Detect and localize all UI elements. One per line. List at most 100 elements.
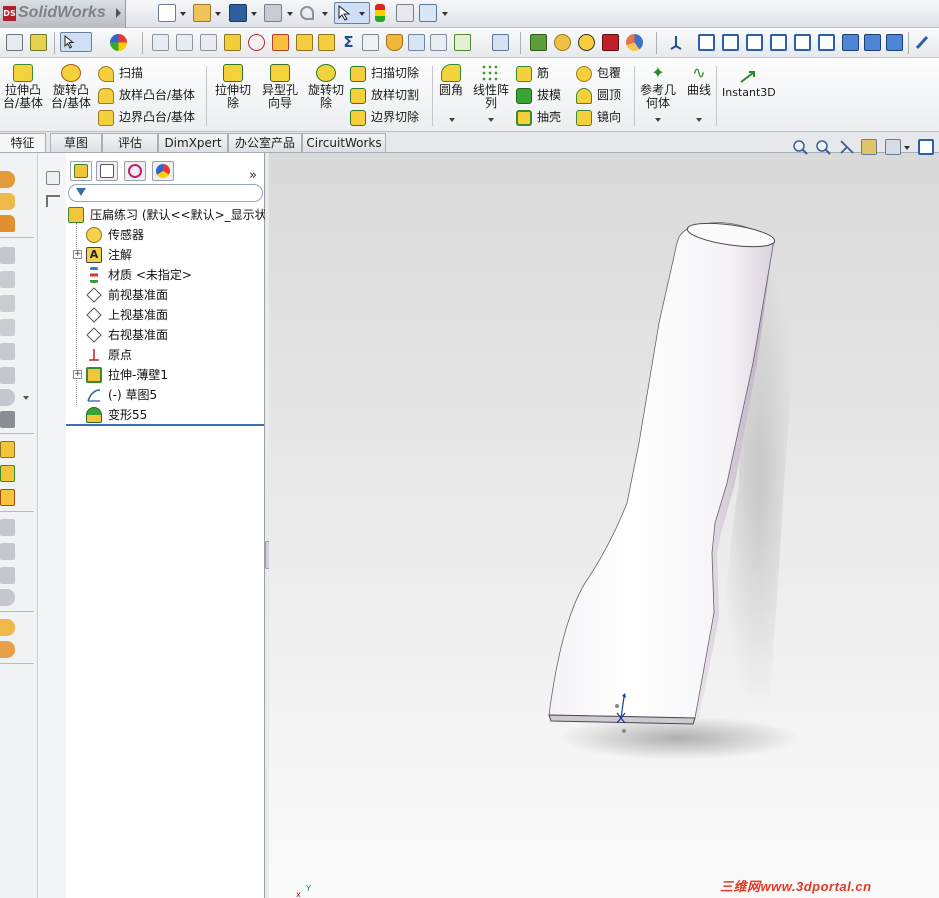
section-properties-icon[interactable] [224, 34, 241, 51]
gear-icon[interactable] [554, 34, 571, 51]
left-view-icon[interactable] [746, 34, 763, 51]
dimetric-view-icon[interactable] [886, 34, 903, 51]
isometric-view-icon[interactable] [842, 34, 859, 51]
boundary-boss-button[interactable]: 边界凸台/基体 [98, 108, 195, 128]
undo-icon[interactable] [300, 6, 314, 20]
hole-wizard-button[interactable]: 异型孔向导 [258, 64, 302, 110]
loft-boss-button[interactable]: 放样凸台/基体 [98, 86, 195, 106]
mass-properties-icon[interactable] [200, 34, 217, 51]
feature-works-icon[interactable] [530, 34, 547, 51]
expand-toggle-icon[interactable]: + [73, 370, 82, 379]
tab-sketch[interactable]: 草图 [50, 133, 102, 152]
intersection-icon[interactable] [362, 34, 379, 51]
shell-button[interactable]: 抽壳 [516, 108, 561, 128]
checkbox-icon[interactable] [318, 34, 335, 51]
mirror-button[interactable]: 镜向 [576, 108, 621, 128]
file-properties-icon[interactable] [396, 4, 414, 22]
spelling-check-icon[interactable] [152, 34, 169, 51]
view-orientation-icon[interactable] [885, 139, 901, 155]
rollback-bar[interactable] [66, 424, 264, 426]
linear-pattern-button[interactable]: 线性阵列 [470, 64, 512, 110]
step-tool-icon[interactable] [46, 195, 60, 207]
options-dropdown-icon[interactable] [442, 12, 448, 16]
boundary-cut-button[interactable]: 边界切除 [350, 108, 419, 128]
more-tabs-icon[interactable]: » [249, 168, 257, 183]
curves-dropdown-icon[interactable] [696, 118, 702, 122]
front-view-icon[interactable] [698, 34, 715, 51]
fillet-button[interactable]: 圆角 [436, 64, 466, 97]
feature-icon[interactable] [0, 171, 15, 188]
2d-drawing-icon[interactable] [6, 34, 23, 51]
print-icon[interactable] [264, 4, 282, 22]
save-icon[interactable] [229, 4, 247, 22]
select-button[interactable] [60, 32, 92, 52]
bottom-view-icon[interactable] [818, 34, 835, 51]
trimetric-view-icon[interactable] [864, 34, 881, 51]
section-view-icon[interactable] [861, 139, 877, 155]
new-dropdown-icon[interactable] [180, 12, 186, 16]
open-dropdown-icon[interactable] [215, 12, 221, 16]
fillet-dropdown-icon[interactable] [449, 118, 455, 122]
feature-icon[interactable] [0, 619, 15, 636]
feature-icon[interactable] [0, 193, 15, 210]
feature-icon[interactable] [0, 215, 15, 232]
right-view-icon[interactable] [770, 34, 787, 51]
feature-filter-input[interactable] [68, 184, 263, 202]
stopwatch-icon[interactable] [248, 34, 265, 51]
curves-button[interactable]: ∿ 曲线 [684, 64, 714, 97]
select-tool-button[interactable] [334, 2, 370, 24]
solidworks-logo[interactable]: DS SolidWorks [0, 0, 126, 28]
display-style-icon[interactable] [918, 139, 934, 155]
extrude-boss-button[interactable]: 拉伸凸台/基体 [2, 64, 44, 110]
parting-line-icon[interactable] [430, 34, 447, 51]
compare-documents-icon[interactable] [492, 34, 509, 51]
extrude-cut-button[interactable]: 拉伸切除 [212, 64, 254, 110]
normal-to-icon[interactable] [914, 34, 931, 51]
tool-icon[interactable] [0, 411, 15, 428]
loft-cut-button[interactable]: 放样切割 [350, 86, 419, 106]
revolve-boss-button[interactable]: 旋转凸台/基体 [50, 64, 92, 110]
wrap-button[interactable]: 包覆 [576, 64, 621, 84]
tab-display-manager[interactable] [152, 161, 174, 181]
tab-circuitworks[interactable]: CircuitWorks [302, 133, 386, 152]
save-dropdown-icon[interactable] [251, 12, 257, 16]
new-document-icon[interactable] [158, 4, 176, 22]
top-view-icon[interactable] [794, 34, 811, 51]
tab-office-products[interactable]: 办公室产品 [228, 133, 302, 152]
tab-configuration[interactable] [124, 161, 146, 181]
draft-button[interactable]: 拔模 [516, 86, 561, 106]
render-icon[interactable] [626, 34, 643, 51]
3d-part-icon[interactable] [30, 34, 47, 51]
draft-analysis-icon[interactable] [386, 34, 403, 51]
instant3d-button[interactable]: Instant3D [722, 70, 776, 99]
pattern-dropdown-icon[interactable] [488, 118, 494, 122]
undo-dropdown-icon[interactable] [322, 12, 328, 16]
tab-feature-tree[interactable] [70, 161, 92, 181]
back-view-icon[interactable] [722, 34, 739, 51]
feature-icon[interactable] [0, 641, 15, 658]
dome-button[interactable]: 圆顶 [576, 86, 621, 106]
sweep-cut-button[interactable]: 扫描切除 [350, 64, 419, 84]
ref-geometry-dropdown-icon[interactable] [655, 118, 661, 122]
display-state-icon[interactable] [602, 34, 619, 51]
checkbox-icon[interactable] [296, 34, 313, 51]
sweep-button[interactable]: 扫描 [98, 64, 143, 84]
feature-icon[interactable] [0, 465, 15, 482]
previous-view-icon[interactable] [839, 139, 855, 155]
print-dropdown-icon[interactable] [287, 12, 293, 16]
tab-features[interactable]: 特征 [0, 133, 46, 152]
feature-icon[interactable] [0, 441, 15, 458]
check-icon[interactable] [272, 34, 289, 51]
tab-evaluate[interactable]: 评估 [102, 133, 158, 152]
zoom-to-area-icon[interactable] [815, 139, 831, 155]
model-render[interactable] [269, 153, 939, 898]
rebuild-traffic-light-icon[interactable] [375, 4, 385, 22]
dropdown-icon[interactable] [23, 396, 29, 400]
options-icon[interactable] [419, 4, 437, 22]
menu-expand-icon[interactable] [116, 8, 121, 18]
rib-button[interactable]: 筋 [516, 64, 549, 84]
appearance-icon[interactable] [110, 34, 127, 51]
measure-icon[interactable] [176, 34, 193, 51]
revolve-cut-button[interactable]: 旋转切除 [306, 64, 346, 110]
checkmark-icon[interactable] [578, 34, 595, 51]
